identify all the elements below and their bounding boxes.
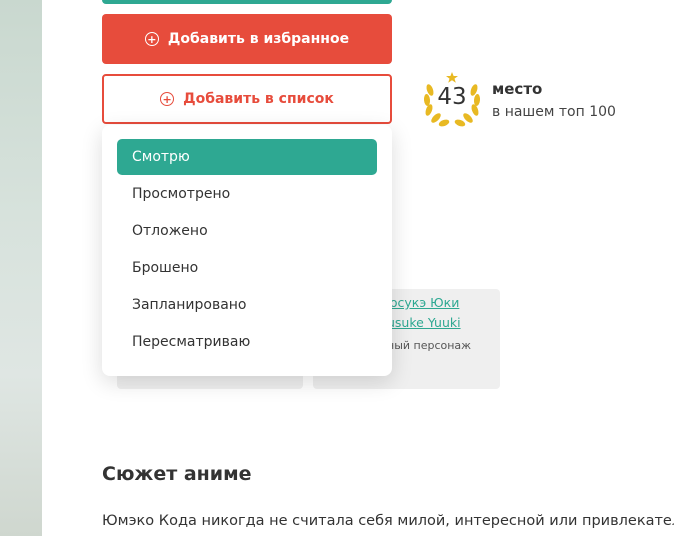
list-option-on-hold[interactable]: Отложено <box>117 213 377 249</box>
watch-button-edge[interactable] <box>102 0 392 4</box>
plus-circle-icon: + <box>160 92 175 106</box>
background-image-strip <box>0 0 42 536</box>
plot-text: Юмэко Кода никогда не считала себя милой… <box>102 513 674 529</box>
character-name-ru-link[interactable]: юсукэ Юки <box>387 295 459 310</box>
top-rank-block: 43 место в нашем топ 100 <box>420 70 660 130</box>
character-role: ный персонаж <box>387 339 472 352</box>
list-option-watching[interactable]: Смотрю <box>117 139 377 175</box>
rank-number: 43 <box>437 84 467 110</box>
list-option-dropped[interactable]: Брошено <box>117 250 377 286</box>
add-to-favorites-label: Добавить в избранное <box>167 31 350 47</box>
add-to-list-button[interactable]: + Добавить в список <box>102 74 392 124</box>
list-option-completed[interactable]: Просмотрено <box>117 176 377 212</box>
rank-title: место <box>492 80 543 98</box>
list-option-rewatching[interactable]: Пересматриваю <box>117 324 377 360</box>
add-to-list-dropdown: Смотрю Просмотрено Отложено Брошено Запл… <box>102 125 392 376</box>
rank-subtitle: в нашем топ 100 <box>492 104 616 120</box>
list-option-planned[interactable]: Запланировано <box>117 287 377 323</box>
character-name-en-link[interactable]: usuke Yuuki <box>387 315 461 330</box>
add-to-list-label: Добавить в список <box>183 91 334 107</box>
add-to-favorites-button[interactable]: + Добавить в избранное <box>102 14 392 64</box>
plot-heading: Сюжет аниме <box>102 463 252 485</box>
plus-circle-icon: + <box>144 32 159 46</box>
